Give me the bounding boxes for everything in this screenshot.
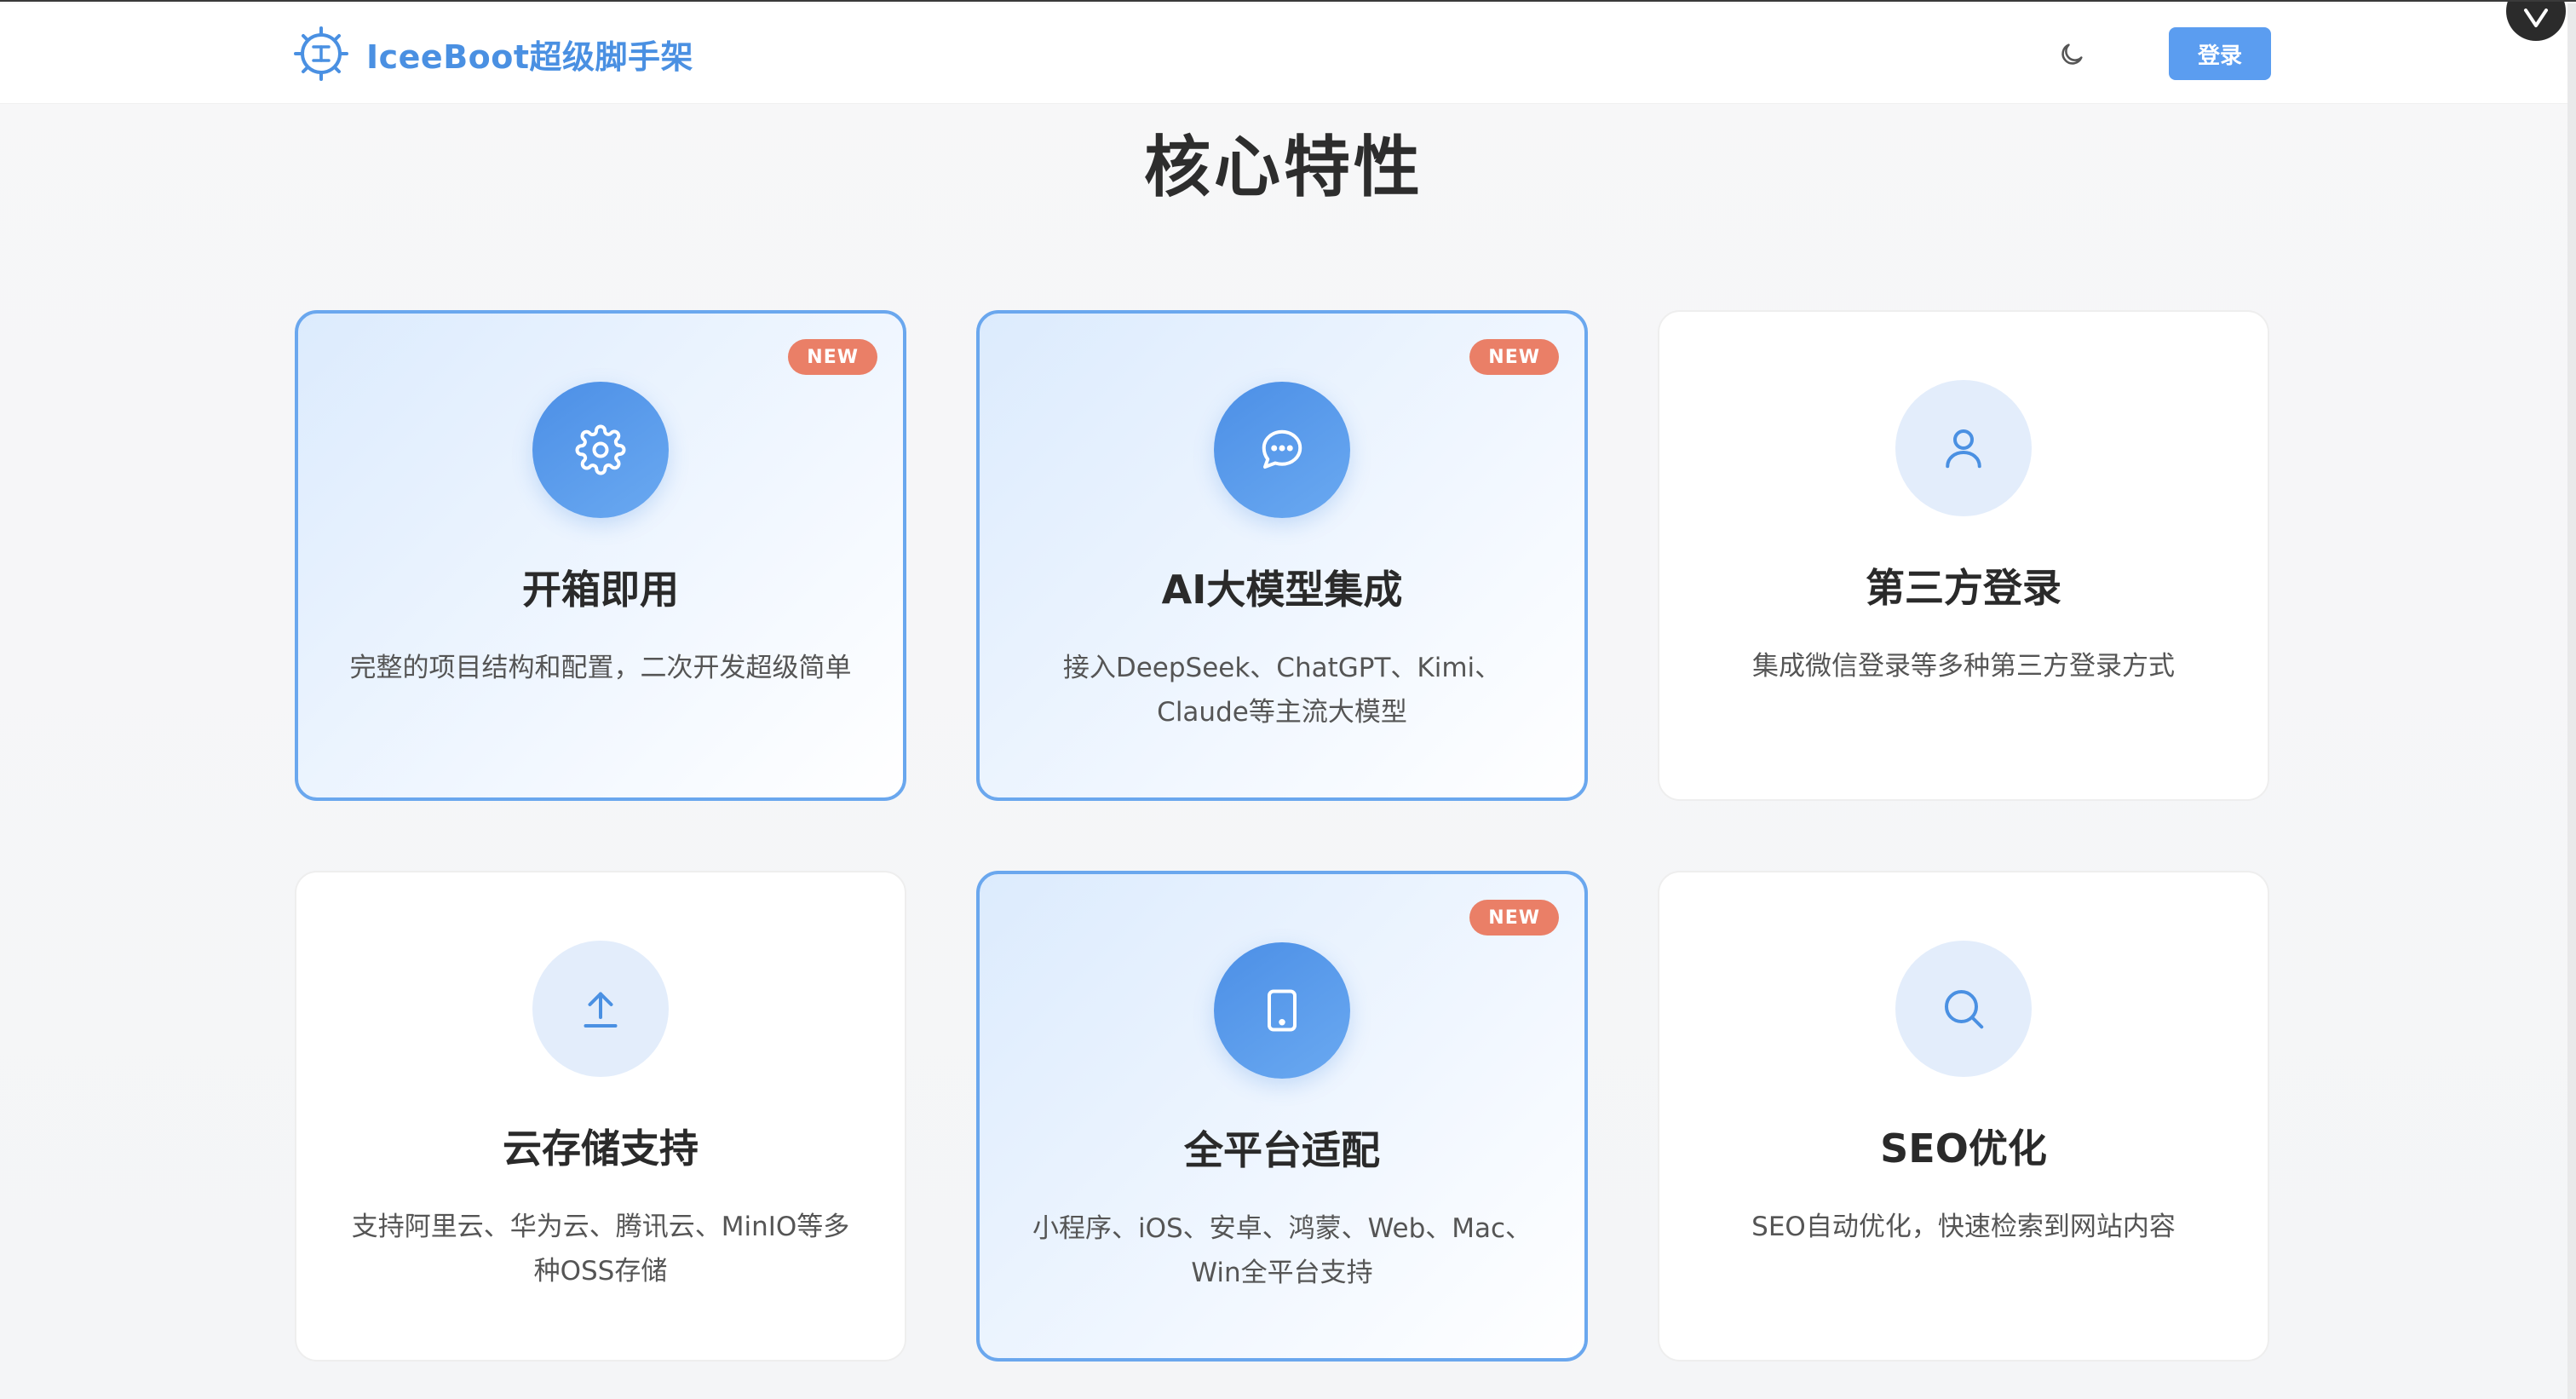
feature-description: 接入DeepSeek、ChatGPT、Kimi、Claude等主流大模型 (1062, 653, 1502, 728)
vertical-scrollbar[interactable] (2567, 3, 2576, 1399)
login-button[interactable]: 登录 (2169, 27, 2271, 80)
feature-title: 第三方登录 (1866, 565, 2061, 611)
feature-title: AI大模型集成 (1161, 567, 1403, 613)
user-icon (1946, 429, 1981, 469)
feature-description: 小程序、iOS、安卓、鸿蒙、Web、Mac、Win全平台支持 (1032, 1213, 1532, 1288)
new-badge: NEW (1469, 339, 1559, 375)
tablet-icon (1268, 989, 1297, 1032)
feature-title: SEO优化 (1880, 1126, 2047, 1172)
feature-icon-circle (1895, 941, 2032, 1077)
feature-card-seo[interactable]: SEO优化 SEO自动优化，快速检索到网站内容 (1658, 871, 2269, 1362)
brand[interactable]: IceeBoot超级脚手架 (293, 24, 693, 83)
feature-card-out-of-box[interactable]: NEW 开箱即用 完整的项目结构和配置，二次开发超级简单 (295, 310, 906, 801)
gear-icon (575, 424, 626, 475)
browser-window: IceeBoot超级脚手架 登录 核心特性 NEW 开箱即用 完整的项目结构和配… (0, 0, 2576, 1399)
feature-icon-circle (532, 382, 669, 518)
section-title: 核心特性 (1143, 130, 1423, 206)
brand-name: IceeBoot超级脚手架 (366, 37, 694, 76)
chat-bubble-icon (1262, 429, 1302, 469)
feature-description: 完整的项目结构和配置，二次开发超级简单 (349, 653, 852, 683)
feature-title: 云存储支持 (503, 1126, 699, 1172)
feature-description: SEO自动优化，快速检索到网站内容 (1751, 1212, 2176, 1242)
chevron-v-icon (2524, 9, 2548, 27)
feature-icon-circle (1895, 380, 2032, 516)
feature-card-multi-platform[interactable]: NEW 全平台适配 小程序、iOS、安卓、鸿蒙、Web、Mac、Win全平台支持 (976, 871, 1588, 1362)
upload-icon (584, 992, 618, 1028)
feature-icon-circle (1214, 942, 1350, 1079)
brand-logo-icon (294, 26, 348, 81)
top-navigation-bar: IceeBoot超级脚手架 登录 (0, 3, 2567, 104)
theme-toggle-button[interactable] (2053, 36, 2090, 73)
feature-card-ai-models[interactable]: NEW AI大模型集成 接入DeepSeek、ChatGPT、Kimi、Clau… (976, 310, 1588, 801)
feature-card-third-party-login[interactable]: 第三方登录 集成微信登录等多种第三方登录方式 (1658, 310, 2269, 801)
search-icon (1945, 990, 1984, 1029)
feature-description: 集成微信登录等多种第三方登录方式 (1752, 651, 2175, 682)
feature-card-cloud-storage[interactable]: 云存储支持 支持阿里云、华为云、腾讯云、MinIO等多种OSS存储 (295, 871, 906, 1362)
feature-icon-circle (532, 941, 669, 1077)
feature-title: 全平台适配 (1184, 1127, 1380, 1173)
feature-icon-circle (1214, 382, 1350, 518)
feature-description: 支持阿里云、华为云、腾讯云、MinIO等多种OSS存储 (351, 1212, 850, 1287)
moon-icon (2061, 43, 2083, 65)
new-badge: NEW (788, 339, 877, 375)
new-badge: NEW (1469, 900, 1559, 936)
feature-title: 开箱即用 (522, 567, 679, 613)
